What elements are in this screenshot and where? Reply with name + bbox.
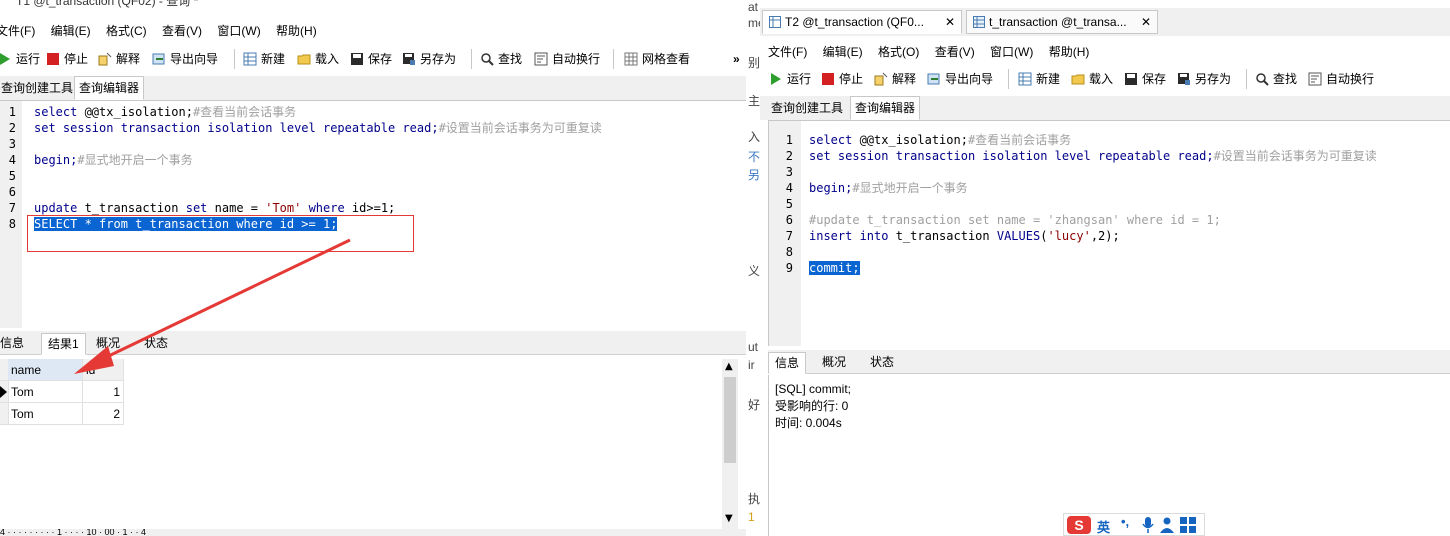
code-line: insert into t_transaction VALUES('lucy',…	[809, 228, 1120, 244]
toolbar-separator	[1008, 69, 1009, 89]
punctuation-icon[interactable]: •,	[1121, 514, 1129, 529]
menu-window[interactable]: 窗口(W)	[990, 42, 1033, 62]
code-token: VALUES	[996, 229, 1041, 243]
play-icon	[771, 73, 781, 85]
doc-tab-t2[interactable]: T2 @t_transaction (QF0... ✕	[762, 10, 962, 34]
explain-button[interactable]: 解释	[874, 69, 916, 89]
tab-query-editor[interactable]: 查询编辑器	[850, 96, 921, 120]
code-token: @@tx_isolation;	[859, 133, 968, 147]
code-token: set session transaction isolation level …	[809, 149, 1214, 163]
run-button[interactable]: 运行	[769, 69, 811, 89]
menu-file[interactable]: 文件(F)	[768, 42, 807, 62]
message-line: [SQL] commit;	[775, 382, 852, 396]
right-result-tabs: 信息 概况 状态	[768, 350, 1450, 374]
export-wizard-button[interactable]: 导出向导	[927, 69, 993, 89]
close-tab-icon[interactable]: ✕	[1141, 11, 1151, 33]
code-line: commit;	[809, 260, 860, 276]
code-token: commit;	[809, 261, 860, 275]
right-query-window: T2 @t_transaction (QF0... ✕ t_transactio…	[760, 8, 1450, 536]
code-line: #update t_transaction set name = 'zhangs…	[809, 212, 1221, 228]
message-panel: [SQL] commit; 受影响的行: 0 时间: 0.004s	[768, 375, 1450, 536]
code-token: #update t_transaction set name = 'zhangs…	[809, 213, 1221, 227]
stop-icon	[822, 73, 834, 85]
save-as-icon	[1178, 73, 1190, 85]
microphone-icon[interactable]	[1142, 517, 1154, 533]
toolbar-separator	[1246, 69, 1247, 89]
load-button[interactable]: 载入	[1071, 69, 1113, 89]
wrap-icon	[1308, 72, 1322, 86]
desktop: T1 @t_transaction (QF02) - 查询 * — ☐ ✕ 文件…	[0, 0, 1450, 536]
line-number: 3	[785, 165, 793, 179]
code-token: insert into	[809, 229, 896, 243]
user-icon[interactable]	[1160, 517, 1174, 533]
code-token: #显式地开启一个事务	[852, 181, 968, 195]
query-icon	[769, 16, 781, 28]
tab-overview[interactable]: 概况	[816, 352, 852, 374]
export-icon	[927, 73, 940, 85]
find-button[interactable]: 查找	[1255, 69, 1297, 89]
doc-tab-t-transaction[interactable]: t_transaction @t_transa... ✕	[966, 10, 1158, 34]
tab-query-builder[interactable]: 查询创建工具	[766, 96, 848, 120]
code-token: t_transaction	[895, 229, 997, 243]
annotation-arrow	[74, 238, 351, 374]
line-number: 7	[785, 229, 793, 243]
code-token: select	[809, 133, 860, 147]
right-toolbar: 运行 停止 解释 导出向导 新建 载入 保存 另存为 查找 自动换行	[760, 65, 1450, 93]
line-number: 1	[785, 133, 793, 147]
save-button[interactable]: 保存	[1124, 69, 1166, 89]
code-line: begin;#显式地开启一个事务	[809, 180, 968, 196]
code-token: begin;	[809, 181, 853, 195]
line-number: 8	[785, 245, 793, 259]
line-number: 2	[785, 149, 793, 163]
save-icon	[1125, 73, 1137, 85]
tab-info[interactable]: 信息	[768, 352, 807, 374]
close-tab-icon[interactable]: ✕	[945, 11, 955, 33]
message-line: 时间: 0.004s	[775, 416, 842, 430]
code-token: #查看当前会话事务	[967, 133, 1072, 147]
message-line: 受影响的行: 0	[775, 399, 849, 413]
menu-view[interactable]: 查看(V)	[935, 42, 975, 62]
code-token: 'lucy'	[1047, 229, 1091, 243]
line-number: 9	[785, 261, 793, 275]
table-icon	[973, 16, 985, 28]
right-query-tabs: 查询创建工具 查询编辑器	[760, 96, 1450, 120]
sogou-logo-icon[interactable]: S	[1067, 516, 1091, 534]
menu-edit[interactable]: 编辑(E)	[823, 42, 863, 62]
background-window-strip: at me 别 主 入 不 另 义 ut ir 好 执 1	[746, 0, 760, 536]
new-button[interactable]: 新建	[1018, 69, 1060, 89]
tab-status[interactable]: 状态	[864, 352, 900, 374]
line-number: 5	[785, 197, 793, 211]
document-tab-strip: T2 @t_transaction (QF0... ✕ t_transactio…	[760, 8, 1450, 36]
menu-format[interactable]: 格式(O)	[878, 42, 919, 62]
code-token: ,2);	[1090, 229, 1120, 243]
search-icon	[1256, 73, 1269, 86]
right-menu-bar: 文件(F) 编辑(E) 格式(O) 查看(V) 窗口(W) 帮助(H)	[768, 42, 1101, 62]
code-line: set session transaction isolation level …	[809, 148, 1377, 164]
stop-button[interactable]: 停止	[821, 69, 863, 89]
new-grid-icon	[1018, 72, 1032, 86]
folder-icon	[1071, 74, 1085, 85]
menu-help[interactable]: 帮助(H)	[1049, 42, 1090, 62]
save-as-button[interactable]: 另存为	[1177, 69, 1231, 89]
explain-icon	[874, 72, 888, 86]
code-token: #设置当前会话事务为可重复读	[1213, 149, 1377, 163]
code-line: select @@tx_isolation;#查看当前会话事务	[809, 132, 1071, 148]
word-wrap-button[interactable]: 自动换行	[1308, 69, 1374, 89]
ime-toolbar: S 英 •,	[1063, 513, 1205, 536]
line-number: 6	[785, 213, 793, 227]
line-number: 4	[785, 181, 793, 195]
ime-language-toggle[interactable]: 英	[1097, 517, 1110, 536]
right-sql-editor[interactable]: 1 select @@tx_isolation;#查看当前会话事务 2 set ses…	[768, 120, 1450, 346]
toolbox-grid-icon[interactable]	[1180, 517, 1196, 533]
